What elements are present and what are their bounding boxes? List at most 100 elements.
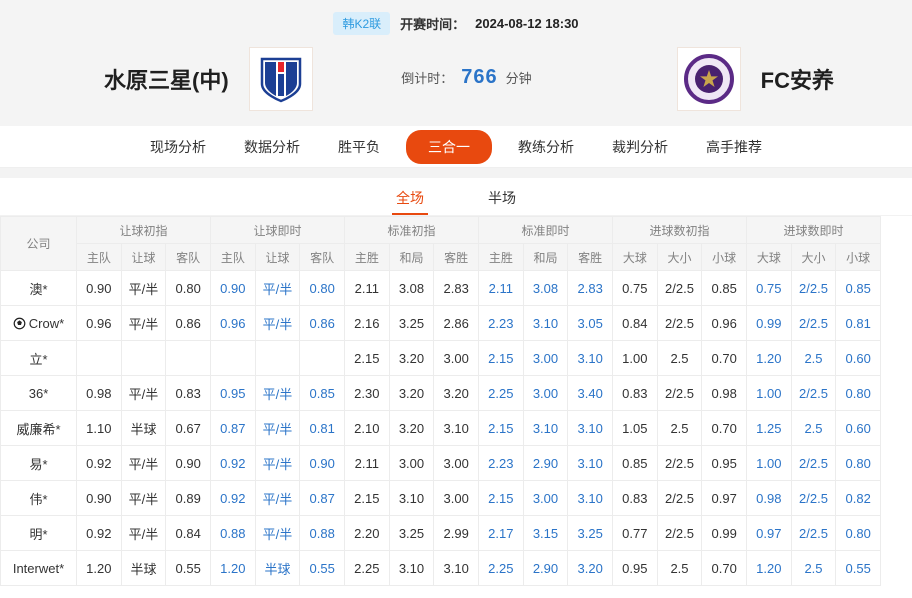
subtab-2[interactable]: 半场 bbox=[484, 178, 520, 215]
soccer-ball-icon bbox=[13, 317, 26, 330]
odds-cell-live bbox=[300, 341, 345, 376]
odds-cell-live: 3.10 bbox=[568, 411, 613, 446]
group-header-4: 标准即时 bbox=[479, 217, 613, 244]
odds-cell-initial: 3.10 bbox=[434, 411, 479, 446]
odds-cell-initial: 2.86 bbox=[434, 306, 479, 341]
nav-tab-3[interactable]: 胜平负 bbox=[326, 131, 392, 163]
company-cell[interactable]: 立* bbox=[1, 341, 77, 376]
odds-cell-initial: 0.85 bbox=[613, 446, 658, 481]
company-cell[interactable]: 澳* bbox=[1, 271, 77, 306]
odds-cell-live: 3.10 bbox=[568, 481, 613, 516]
company-cell[interactable]: Crow* bbox=[1, 306, 77, 341]
nav-tab-5[interactable]: 教练分析 bbox=[506, 131, 586, 163]
nav-tab-7[interactable]: 高手推荐 bbox=[694, 131, 774, 163]
odds-cell-initial: 2/2.5 bbox=[657, 516, 702, 551]
odds-cell-initial: 0.96 bbox=[702, 306, 747, 341]
odds-cell-initial: 3.10 bbox=[434, 551, 479, 586]
odds-cell-live: 半球 bbox=[255, 551, 300, 586]
odds-cell-live: 3.10 bbox=[523, 411, 568, 446]
odds-cell-initial: 2.11 bbox=[345, 271, 390, 306]
odds-cell-initial: 0.95 bbox=[613, 551, 658, 586]
home-team-crest-icon bbox=[256, 54, 306, 104]
home-team-name: 水原三星(中) bbox=[104, 63, 229, 95]
odds-cell-initial: 0.89 bbox=[166, 481, 211, 516]
company-label: 明* bbox=[29, 524, 47, 543]
odds-cell-initial: 平/半 bbox=[121, 446, 166, 481]
odds-cell-initial: 0.80 bbox=[166, 271, 211, 306]
away-team-block: FC安养 bbox=[677, 44, 834, 114]
odds-cell-live: 2.90 bbox=[523, 446, 568, 481]
odds-cell-initial: 2.5 bbox=[657, 551, 702, 586]
odds-cell-initial: 0.84 bbox=[166, 516, 211, 551]
sub-header: 和局 bbox=[523, 244, 568, 271]
odds-cell-initial: 0.92 bbox=[77, 516, 122, 551]
odds-cell-initial: 0.83 bbox=[613, 481, 658, 516]
odds-cell-initial: 2.15 bbox=[345, 341, 390, 376]
odds-cell-initial: 2.11 bbox=[345, 446, 390, 481]
odds-cell-initial: 1.20 bbox=[77, 551, 122, 586]
countdown-label: 倒计时： bbox=[401, 68, 453, 87]
company-cell[interactable]: 伟* bbox=[1, 481, 77, 516]
odds-cell-live: 1.00 bbox=[747, 376, 792, 411]
odds-cell-live: 2.15 bbox=[479, 411, 524, 446]
odds-cell-live: 0.80 bbox=[836, 376, 881, 411]
odds-cell-initial: 3.20 bbox=[389, 376, 434, 411]
odds-cell-live: 3.00 bbox=[523, 376, 568, 411]
table-sub-row: 主队让球客队主队让球客队主胜和局客胜主胜和局客胜大球大小小球大球大小小球 bbox=[1, 244, 881, 271]
nav-tab-4[interactable]: 三合一 bbox=[406, 130, 492, 164]
sub-header: 大球 bbox=[613, 244, 658, 271]
home-team-block: 水原三星(中) bbox=[104, 44, 313, 114]
odds-cell-live: 2.23 bbox=[479, 446, 524, 481]
odds-cell-live: 0.80 bbox=[836, 516, 881, 551]
odds-cell-initial: 2/2.5 bbox=[657, 271, 702, 306]
company-cell[interactable]: 36* bbox=[1, 376, 77, 411]
odds-cell-live: 2.90 bbox=[523, 551, 568, 586]
odds-cell-live: 2/2.5 bbox=[791, 516, 836, 551]
odds-cell-initial: 3.00 bbox=[434, 446, 479, 481]
sub-header: 主队 bbox=[77, 244, 122, 271]
nav-tab-1[interactable]: 现场分析 bbox=[138, 131, 218, 163]
odds-cell-initial: 2.5 bbox=[657, 341, 702, 376]
odds-cell-live: 3.20 bbox=[568, 551, 613, 586]
company-label: 立* bbox=[29, 349, 47, 368]
odds-cell-live: 平/半 bbox=[255, 271, 300, 306]
odds-cell-initial: 0.90 bbox=[77, 481, 122, 516]
odds-cell-live: 0.95 bbox=[211, 376, 256, 411]
table-row: 威廉希*1.10半球0.670.87平/半0.812.103.203.102.1… bbox=[1, 411, 881, 446]
odds-cell-initial: 0.98 bbox=[77, 376, 122, 411]
odds-cell-live: 0.60 bbox=[836, 341, 881, 376]
nav-tab-2[interactable]: 数据分析 bbox=[232, 131, 312, 163]
odds-cell-initial: 2/2.5 bbox=[657, 446, 702, 481]
company-cell[interactable]: 明* bbox=[1, 516, 77, 551]
company-cell[interactable]: 威廉希* bbox=[1, 411, 77, 446]
odds-cell-initial: 1.10 bbox=[77, 411, 122, 446]
odds-cell-live: 2.25 bbox=[479, 551, 524, 586]
odds-cell-initial: 0.55 bbox=[166, 551, 211, 586]
odds-cell-initial: 0.85 bbox=[702, 271, 747, 306]
odds-cell-initial: 3.00 bbox=[389, 446, 434, 481]
odds-cell-live: 3.25 bbox=[568, 516, 613, 551]
odds-cell-live: 0.90 bbox=[211, 271, 256, 306]
subtabs: 全场 半场 bbox=[0, 178, 912, 216]
odds-cell-live: 3.00 bbox=[523, 341, 568, 376]
odds-cell-live: 0.99 bbox=[747, 306, 792, 341]
sub-header: 小球 bbox=[702, 244, 747, 271]
company-name: 澳* bbox=[1, 279, 76, 298]
company-name: 36* bbox=[1, 386, 76, 401]
sub-header: 和局 bbox=[389, 244, 434, 271]
odds-cell-live: 3.10 bbox=[523, 306, 568, 341]
odds-cell-live: 平/半 bbox=[255, 411, 300, 446]
subtab-1[interactable]: 全场 bbox=[392, 178, 428, 215]
odds-cell-live: 0.88 bbox=[300, 516, 345, 551]
odds-cell-initial bbox=[121, 341, 166, 376]
table-row: 伟*0.90平/半0.890.92平/半0.872.153.103.002.15… bbox=[1, 481, 881, 516]
odds-cell-initial: 2.25 bbox=[345, 551, 390, 586]
odds-cell-initial: 0.70 bbox=[702, 341, 747, 376]
odds-cell-initial: 0.83 bbox=[166, 376, 211, 411]
company-cell[interactable]: 易* bbox=[1, 446, 77, 481]
odds-cell-live: 2.11 bbox=[479, 271, 524, 306]
company-cell[interactable]: Interwet* bbox=[1, 551, 77, 586]
nav-tab-6[interactable]: 裁判分析 bbox=[600, 131, 680, 163]
odds-cell-initial: 0.99 bbox=[702, 516, 747, 551]
odds-cell-live: 2.5 bbox=[791, 341, 836, 376]
